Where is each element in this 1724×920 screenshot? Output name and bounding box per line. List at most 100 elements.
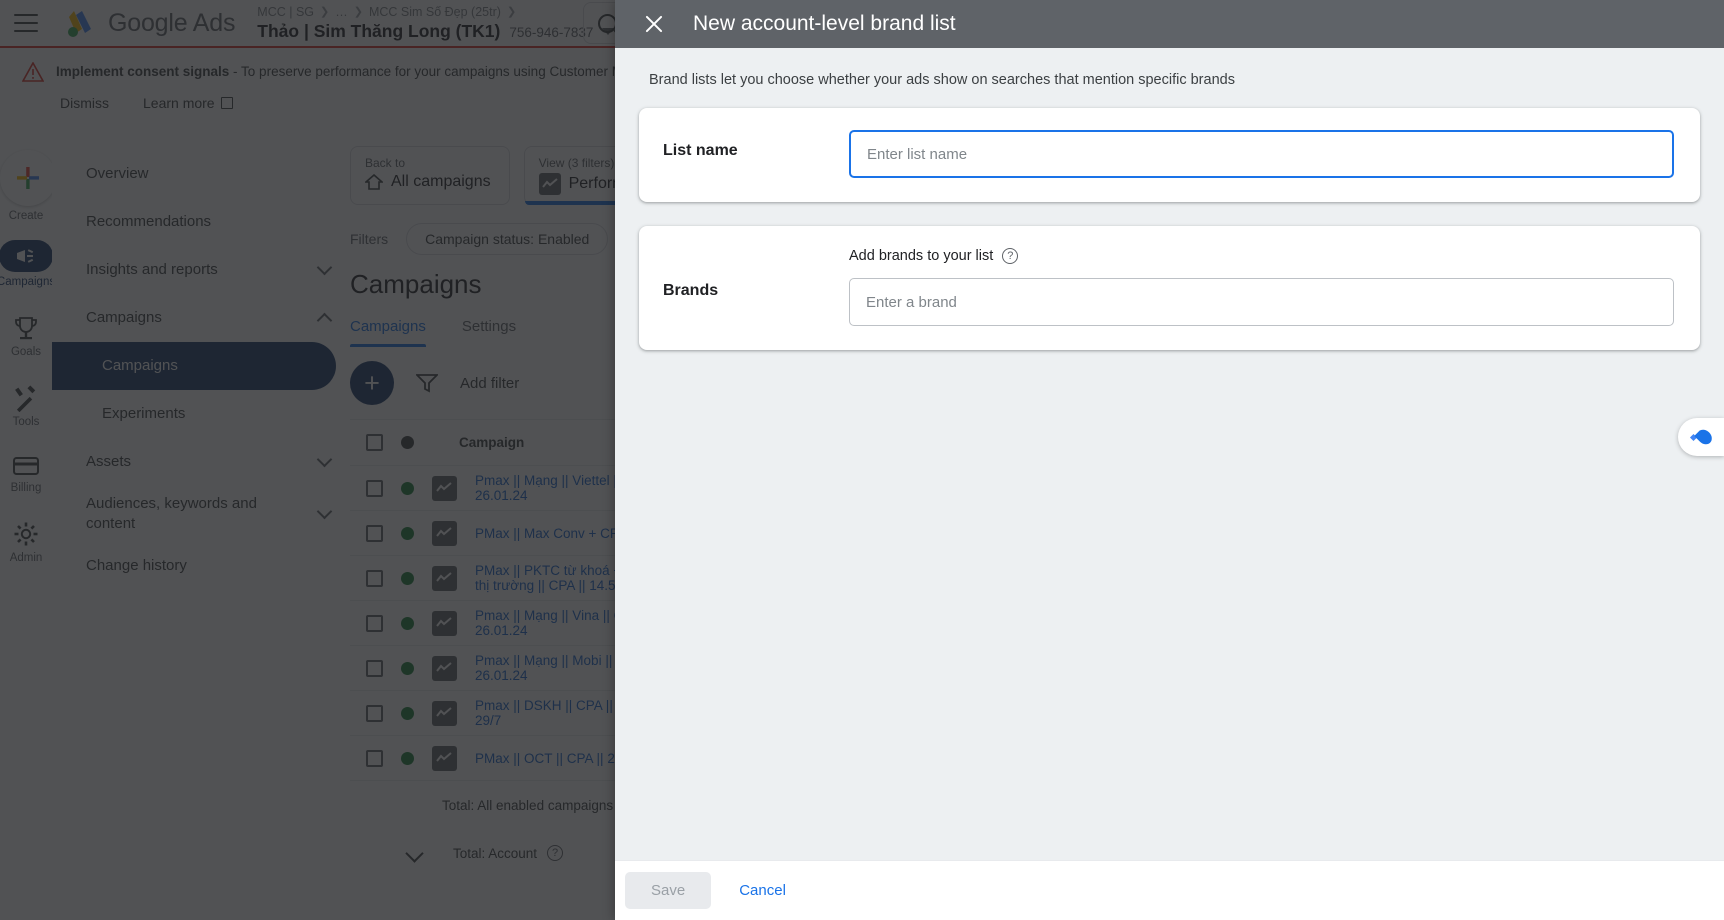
list-name-input[interactable]	[849, 130, 1674, 178]
campaign-name[interactable]: PMax || Max Conv + CPA	[475, 526, 627, 541]
sidebar-item-insights-and-reports[interactable]: Insights and reports	[52, 246, 350, 294]
sidebar-label-assets: Assets	[86, 453, 132, 470]
sidebar-item-audiences-keywords-content[interactable]: Audiences, keywords and content	[52, 486, 350, 542]
account-id: 756-946-7837	[509, 24, 594, 40]
help-icon[interactable]: ?	[547, 845, 564, 861]
tab-campaigns[interactable]: Campaigns	[350, 318, 426, 347]
add-brands-text: Add brands to your list	[849, 248, 994, 264]
learn-more-link[interactable]: Learn more	[143, 95, 233, 111]
credit-card-icon	[13, 457, 39, 475]
sidebar-item-experiments[interactable]: Experiments	[52, 390, 350, 438]
sidebar-label-overview: Overview	[86, 165, 149, 182]
campaign-name[interactable]: PMax || PKTC từ khoá + thị trường || CPA…	[475, 563, 621, 593]
sidebar-item-change-history[interactable]: Change history	[52, 542, 350, 590]
add-filter-button[interactable]: Add filter	[460, 375, 519, 392]
water-drop-icon	[1694, 426, 1715, 448]
sidebar-item-campaigns-group[interactable]: Campaigns	[52, 294, 350, 342]
performance-max-icon	[432, 475, 457, 501]
status-dot-icon	[401, 616, 414, 630]
plus-icon	[17, 167, 39, 189]
dialog-body: Brand lists let you choose whether your …	[615, 48, 1724, 860]
breadcrumb[interactable]: MCC | SG ❯ … ❯ MCC Sim Số Đẹp (25tr) ❯	[257, 5, 614, 20]
status-dot-icon	[401, 661, 414, 675]
rail-item-create[interactable]: Create	[0, 150, 56, 222]
campaigns-pill[interactable]	[0, 240, 53, 272]
performance-max-icon	[432, 745, 457, 771]
rail-item-campaigns[interactable]: Campaigns	[0, 240, 55, 288]
warning-triangle-icon	[22, 62, 44, 82]
breadcrumb-item-0[interactable]: MCC | SG	[257, 5, 314, 20]
rail-label-goals: Goals	[10, 346, 42, 358]
status-dot-icon	[401, 526, 414, 540]
list-name-card: List name	[639, 108, 1700, 202]
campaign-name[interactable]: Pmax || Mạng || Vina || C 26.01.24	[475, 608, 623, 638]
brand-input[interactable]	[849, 278, 1674, 326]
total-account-label: Total: Account	[453, 845, 538, 861]
select-all-checkbox[interactable]	[366, 434, 383, 451]
dismiss-button[interactable]: Dismiss	[60, 95, 109, 111]
filter-chip-campaign-status[interactable]: Campaign status: Enabled	[406, 223, 609, 255]
tab-settings[interactable]: Settings	[462, 318, 516, 347]
row-checkbox[interactable]	[366, 614, 383, 632]
row-checkbox[interactable]	[366, 659, 383, 677]
campaign-name[interactable]: Pmax || Mạng || Mobi || 26.01.24	[475, 653, 612, 683]
campaign-name[interactable]: Pmax || DSKH || CPA || S 29/7	[475, 698, 626, 728]
row-checkbox[interactable]	[366, 569, 383, 587]
status-dot-icon	[401, 481, 414, 495]
brand-ads: Ads	[192, 8, 236, 37]
filters-label: Filters	[350, 231, 389, 247]
chevron-down-icon[interactable]	[405, 843, 424, 863]
notice-body: - To preserve performance for your campa…	[229, 64, 649, 79]
status-dot-icon	[401, 706, 414, 720]
sidebar-label-insights: Insights and reports	[86, 261, 218, 278]
sidebar-item-campaigns[interactable]: Campaigns	[52, 342, 336, 390]
add-campaign-button[interactable]: +	[350, 361, 394, 405]
row-checkbox[interactable]	[366, 749, 383, 767]
column-header-campaign: Campaign	[459, 435, 525, 450]
add-brands-sub-label: Add brands to your list ?	[849, 248, 1674, 264]
rail-label-create: Create	[8, 210, 44, 222]
campaign-name[interactable]: PMax || OCT || CPA || 21	[475, 751, 622, 766]
rail-item-tools[interactable]: Tools	[0, 384, 52, 428]
chevron-up-icon	[316, 312, 333, 329]
account-selector[interactable]: MCC | SG ❯ … ❯ MCC Sim Số Đẹp (25tr) ❯ T…	[257, 5, 615, 42]
brands-card: Brands Add brands to your list ?	[639, 226, 1700, 350]
sidebar-label-campaigns: Campaigns	[102, 357, 178, 374]
feedback-widget[interactable]	[1678, 418, 1724, 456]
funnel-icon[interactable]	[416, 373, 438, 393]
help-icon[interactable]: ?	[1002, 248, 1019, 264]
google-ads-logo[interactable]: Google Ads	[62, 7, 235, 39]
save-button[interactable]: Save	[625, 872, 712, 909]
create-fab[interactable]	[0, 150, 56, 206]
campaign-name[interactable]: Pmax || Mạng || Viettel || 26.01.24	[475, 473, 620, 503]
list-name-label: List name	[663, 142, 738, 159]
dialog-footer: Save Cancel	[615, 860, 1724, 920]
row-checkbox[interactable]	[366, 479, 383, 497]
sidebar-item-recommendations[interactable]: Recommendations	[52, 198, 350, 246]
hamburger-icon[interactable]	[14, 14, 38, 32]
learn-more-label: Learn more	[143, 95, 215, 111]
performance-max-icon	[432, 610, 457, 636]
sidebar-item-assets[interactable]: Assets	[52, 438, 350, 486]
row-checkbox[interactable]	[366, 524, 383, 542]
chevron-down-icon	[316, 259, 333, 276]
rail-item-billing[interactable]: Billing	[0, 454, 52, 494]
plus-icon: +	[364, 367, 380, 398]
close-icon[interactable]	[643, 13, 665, 35]
external-link-icon	[220, 97, 233, 109]
icon-rail: Create Campaigns Goals Tools Billing Adm…	[0, 132, 56, 920]
row-checkbox[interactable]	[366, 704, 383, 722]
back-to-all-campaigns-card[interactable]: Back to All campaigns	[350, 146, 510, 205]
status-dot-icon	[401, 751, 414, 765]
brands-label: Brands	[663, 282, 719, 299]
account-line[interactable]: Thảo | Sim Thăng Long (TK1) 756-946-7837	[257, 20, 615, 42]
brand-text: Google Ads	[108, 9, 235, 38]
account-name: Thảo | Sim Thăng Long (TK1)	[257, 20, 501, 41]
sidebar-item-overview[interactable]: Overview	[52, 150, 350, 198]
breadcrumb-item-1[interactable]: …	[335, 5, 348, 20]
cancel-button[interactable]: Cancel	[725, 872, 800, 909]
rail-item-admin[interactable]: Admin	[0, 520, 52, 564]
performance-max-icon	[432, 520, 457, 546]
rail-item-goals[interactable]: Goals	[0, 314, 52, 358]
breadcrumb-item-2[interactable]: MCC Sim Số Đẹp (25tr)	[369, 5, 501, 20]
